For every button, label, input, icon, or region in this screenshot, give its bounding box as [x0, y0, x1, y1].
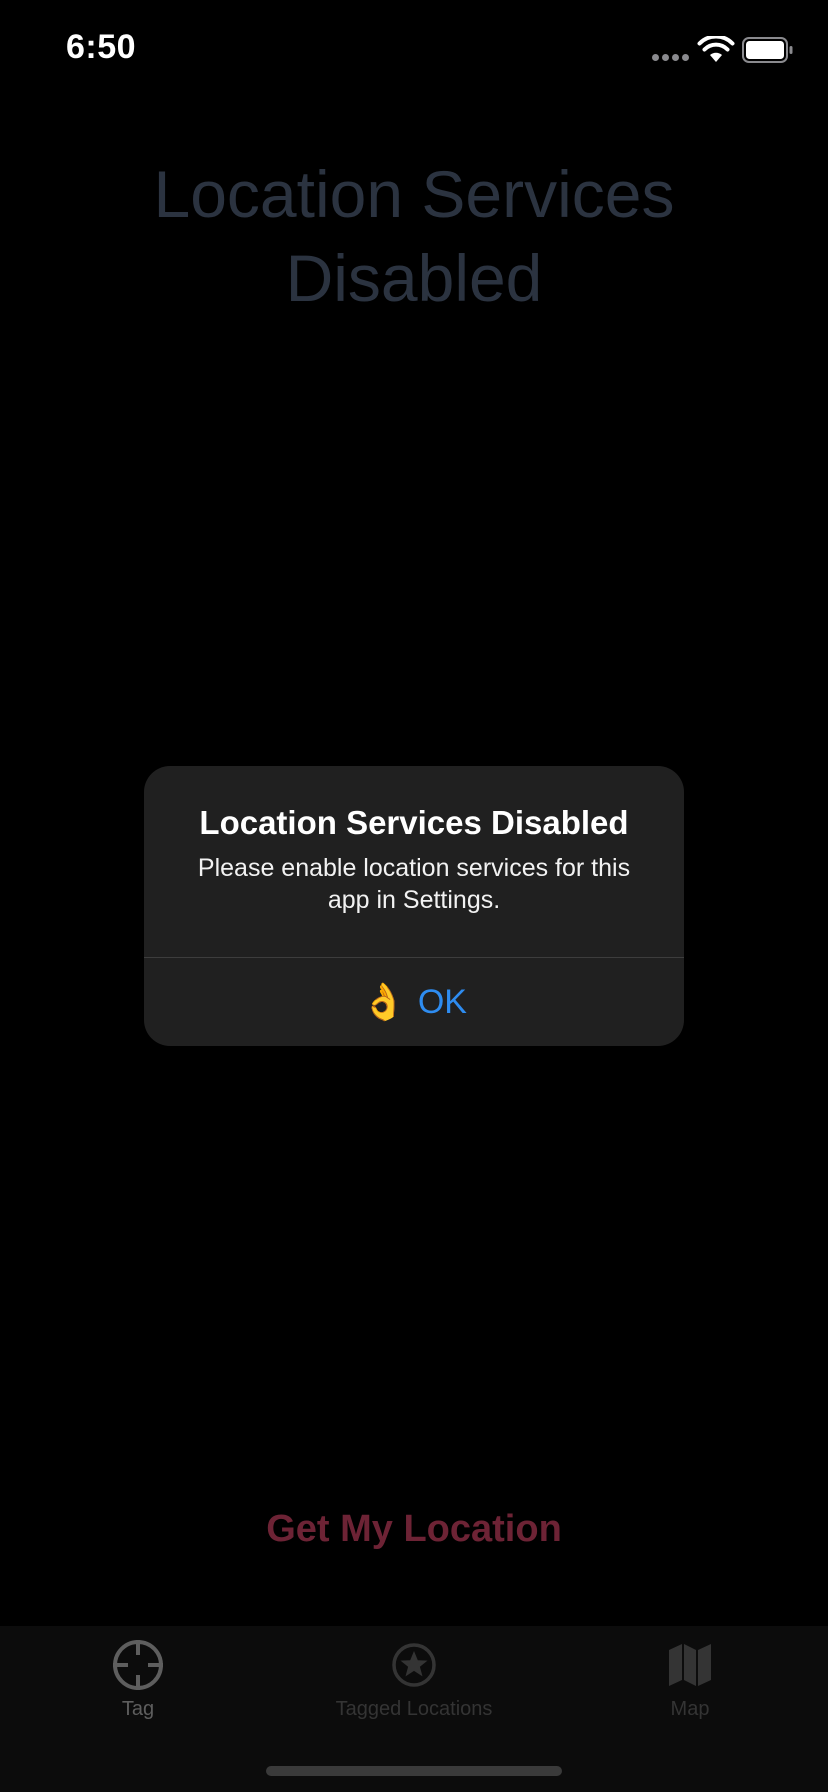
alert-ok-button[interactable]: 👌 OK — [144, 958, 684, 1046]
alert-title: Location Services Disabled — [199, 804, 629, 841]
battery-icon — [742, 37, 793, 63]
tab-tagged-locations[interactable]: Tagged Locations — [294, 1626, 534, 1736]
get-my-location-button[interactable]: Get My Location — [0, 1508, 828, 1551]
tab-map[interactable]: Map — [570, 1626, 810, 1736]
tab-tagged-locations-label: Tagged Locations — [335, 1698, 493, 1720]
alert-message: Please enable location services for this… — [197, 854, 631, 914]
status-time: 6:50 — [66, 28, 137, 66]
page-title-line1: Location Services — [153, 157, 675, 231]
ok-hand-icon: 👌 — [361, 981, 406, 1022]
alert-ok-label: OK — [417, 982, 467, 1021]
tab-tag-label: Tag — [121, 1698, 155, 1720]
crosshair-icon — [113, 1640, 163, 1690]
tab-tag[interactable]: Tag — [18, 1626, 258, 1736]
star-circle-icon — [392, 1643, 436, 1687]
tab-map-label: Map — [670, 1698, 710, 1720]
wifi-icon — [697, 36, 735, 62]
home-indicator[interactable] — [266, 1766, 562, 1776]
page-title: Location Services Disabled — [0, 152, 828, 320]
status-bar: 6:50 — [0, 0, 828, 100]
cellular-signal-icon — [652, 52, 692, 62]
alert-dialog: Location Services Disabled Please enable… — [144, 766, 684, 1046]
screen: 6:50 Location Services Disabled Get My L… — [0, 0, 828, 1792]
map-icon — [669, 1644, 711, 1686]
page-title-line2: Disabled — [285, 241, 543, 315]
